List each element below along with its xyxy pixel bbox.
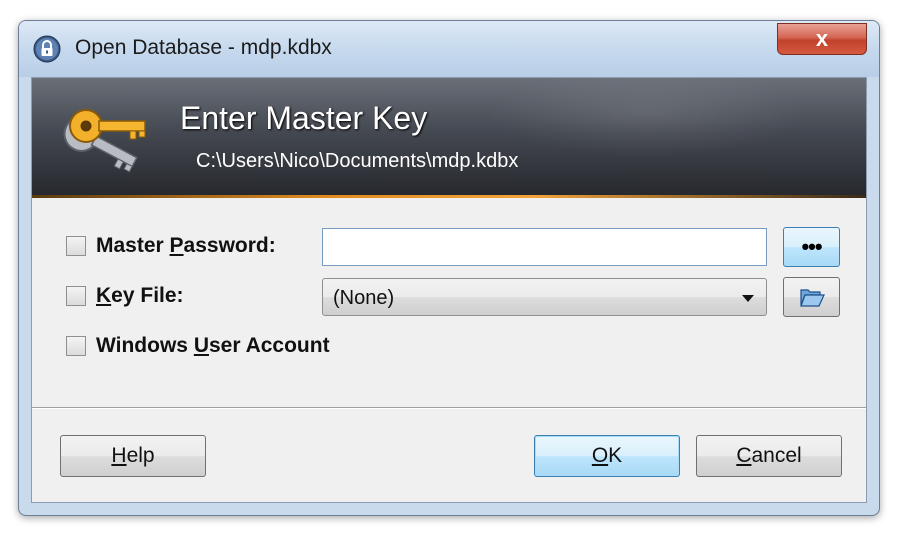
windows-account-checkbox[interactable]: [66, 336, 86, 356]
lock-icon: [33, 35, 61, 63]
key-file-label-accesskey: K: [96, 284, 112, 307]
ok-button[interactable]: OK: [534, 435, 680, 477]
chevron-down-icon: [742, 295, 754, 302]
ok-rest: K: [608, 444, 623, 467]
windows-account-label-post: ser Account: [208, 334, 330, 357]
key-file-label[interactable]: Key File:: [96, 284, 184, 308]
key-file-dropdown[interactable]: (None): [322, 278, 767, 316]
database-path: C:\Users\Nico\Documents\mdp.kdbx: [196, 150, 519, 172]
ok-accesskey: O: [591, 444, 609, 467]
dialog-client-area: Enter Master Key C:\Users\Nico\Documents…: [31, 77, 867, 503]
folder-open-icon: [799, 289, 825, 307]
keys-icon: [63, 109, 146, 173]
cancel-button[interactable]: Cancel: [696, 435, 842, 477]
window-title: Open Database - mdp.kdbx: [75, 36, 332, 59]
help-rest: elp: [126, 444, 155, 467]
banner-title: Enter Master Key: [180, 100, 428, 136]
master-password-label-pre: Master: [96, 234, 170, 257]
master-password-label[interactable]: Master Password:: [96, 234, 276, 258]
windows-account-label-pre: Windows: [96, 334, 194, 357]
close-button[interactable]: x: [777, 23, 867, 55]
header-banner: Enter Master Key C:\Users\Nico\Documents…: [32, 78, 866, 198]
title-bar[interactable]: Open Database - mdp.kdbx x: [19, 21, 879, 77]
show-password-button[interactable]: •••: [783, 227, 840, 267]
open-database-dialog: Open Database - mdp.kdbx x Enter Master …: [18, 20, 880, 516]
cancel-rest: ancel: [751, 444, 802, 467]
banner-accent-stripe: [32, 195, 866, 198]
windows-account-label-accesskey: U: [193, 334, 209, 357]
master-password-label-post: assword:: [183, 234, 276, 257]
banner-glow: [486, 78, 806, 158]
master-password-checkbox[interactable]: [66, 236, 86, 256]
browse-key-file-button[interactable]: [783, 277, 840, 317]
key-file-selected: (None): [333, 287, 395, 309]
separator: [32, 407, 866, 409]
windows-account-label[interactable]: Windows User Account: [96, 334, 330, 358]
help-accesskey: H: [111, 444, 127, 467]
master-password-input[interactable]: [322, 228, 767, 266]
dots-icon: •••: [801, 234, 822, 259]
key-file-checkbox[interactable]: [66, 286, 86, 306]
close-icon: x: [815, 26, 829, 51]
master-password-label-accesskey: P: [169, 234, 184, 257]
key-file-label-post: ey File:: [111, 284, 184, 307]
cancel-accesskey: C: [736, 444, 752, 467]
help-button[interactable]: Help: [60, 435, 206, 477]
